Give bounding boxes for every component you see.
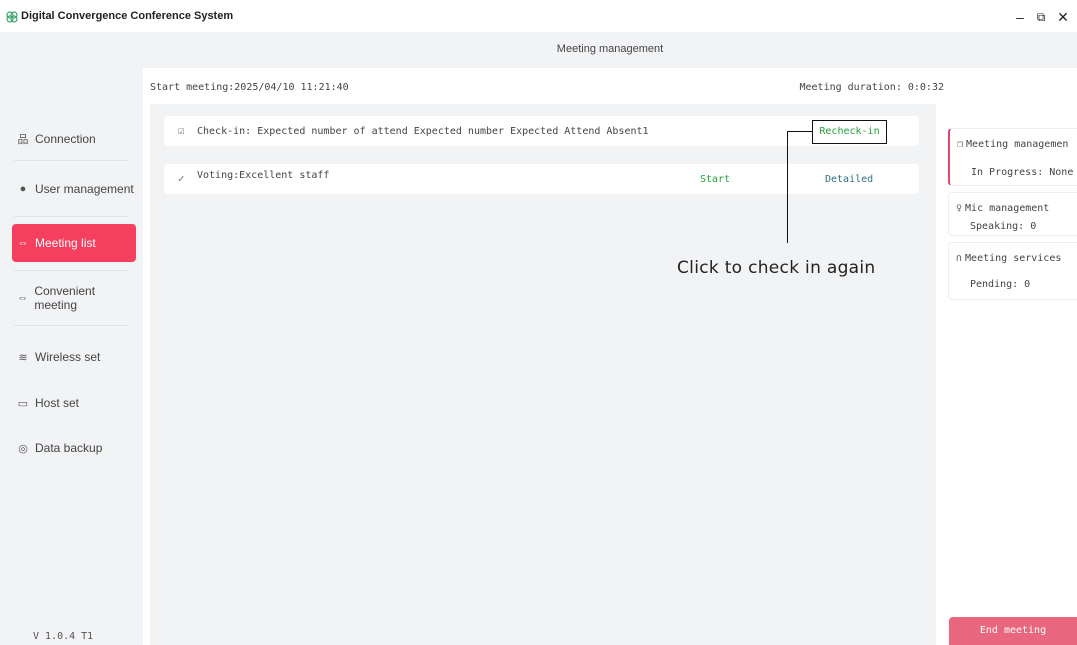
voting-detailed-button[interactable]: Detailed: [825, 174, 873, 185]
callout-annotation: Click to check in again: [677, 258, 876, 278]
sidebar-item-meeting-list[interactable]: ⇔ Meeting list: [12, 224, 136, 262]
sidebar: 品 Connection ● User management ⇔ Meeting…: [0, 32, 143, 645]
sidebar-divider: [14, 160, 128, 161]
mic-management-card[interactable]: ♀ Mic management Speaking: 0: [948, 192, 1077, 236]
callout-line: [787, 131, 788, 243]
voting-icon: ✓: [178, 172, 185, 185]
app-logo-icon: [6, 11, 18, 23]
convenient-meeting-icon: ⇔: [17, 292, 29, 304]
sidebar-item-label: Host set: [35, 396, 80, 410]
sidebar-divider: [14, 216, 128, 217]
meeting-management-icon: ❐: [957, 139, 964, 150]
close-icon[interactable]: ✕: [1051, 6, 1075, 28]
sidebar-item-label: Meeting list: [35, 236, 96, 250]
mic-speaking-count: Speaking: 0: [970, 221, 1037, 232]
meeting-services-title: Meeting services: [965, 253, 1062, 264]
meeting-start-time: Start meeting:2025/04/10 11:21:40: [150, 82, 349, 93]
meeting-management-title: Meeting managemen: [966, 139, 1069, 150]
checkin-text: Check-in: Expected number of attend Expe…: [197, 126, 649, 137]
voting-card: ✓ Voting:Excellent staff Start Detailed: [164, 164, 919, 194]
main-panel: ☑ Check-in: Expected number of attend Ex…: [150, 104, 936, 645]
headset-icon: ∩: [956, 253, 963, 264]
mic-management-title: Mic management: [965, 203, 1050, 214]
connection-icon: 品: [17, 134, 29, 146]
sidebar-item-label: Wireless set: [35, 350, 101, 364]
meeting-management-status: In Progress: None: [971, 167, 1074, 178]
meeting-services-pending: Pending: 0: [970, 279, 1031, 290]
meeting-management-card[interactable]: ❐ Meeting managemen In Progress: None: [948, 128, 1077, 186]
sidebar-divider: [14, 325, 128, 326]
title-bar: Digital Convergence Conference System – …: [0, 0, 1077, 32]
sidebar-item-label: Data backup: [35, 441, 103, 455]
meeting-services-card[interactable]: ∩ Meeting services Pending: 0: [948, 242, 1077, 300]
host-icon: ▭: [17, 397, 29, 410]
right-panel: ❐ Meeting managemen In Progress: None ♀ Mi…: [936, 104, 1077, 645]
page-title: Meeting management: [556, 43, 664, 55]
sidebar-item-data-backup[interactable]: ◎ Data backup: [12, 429, 136, 467]
sidebar-item-label: Connection: [35, 132, 96, 146]
callout-line: [787, 131, 813, 132]
maximize-icon[interactable]: ⧉: [1029, 6, 1053, 28]
user-icon: ●: [19, 183, 27, 195]
voting-text: Voting:Excellent staff: [197, 170, 330, 181]
sidebar-divider: [14, 270, 128, 271]
sidebar-item-connection[interactable]: 品 Connection: [12, 120, 136, 158]
recheck-in-button[interactable]: Recheck-in: [812, 120, 887, 144]
voting-start-button[interactable]: Start: [700, 174, 730, 185]
meeting-info-row: Start meeting:2025/04/10 11:21:40 Meetin…: [143, 68, 944, 104]
meeting-icon: ⇔: [17, 237, 29, 249]
sidebar-item-convenient-meeting[interactable]: ⇔ Convenient meeting: [12, 279, 136, 317]
app-title: Digital Convergence Conference System: [21, 10, 234, 22]
mic-icon: ♀: [956, 203, 963, 214]
version-label: V 1.0.4 T1: [33, 631, 94, 642]
end-meeting-button[interactable]: End meeting: [949, 617, 1077, 645]
sidebar-item-host-set[interactable]: ▭ Host set: [12, 384, 136, 422]
sidebar-item-label: User management: [35, 182, 134, 196]
sidebar-item-label: Convenient meeting: [34, 284, 96, 312]
wifi-icon: ≋: [18, 351, 28, 364]
page-header: Meeting management: [143, 32, 1077, 68]
meeting-duration: Meeting duration: 0:0:32: [799, 82, 945, 93]
sidebar-item-user-management[interactable]: ● User management: [12, 170, 136, 208]
sidebar-item-wireless-set[interactable]: ≋ Wireless set: [12, 338, 136, 376]
backup-icon: ◎: [18, 442, 28, 455]
checkin-icon: ☑: [178, 124, 185, 137]
